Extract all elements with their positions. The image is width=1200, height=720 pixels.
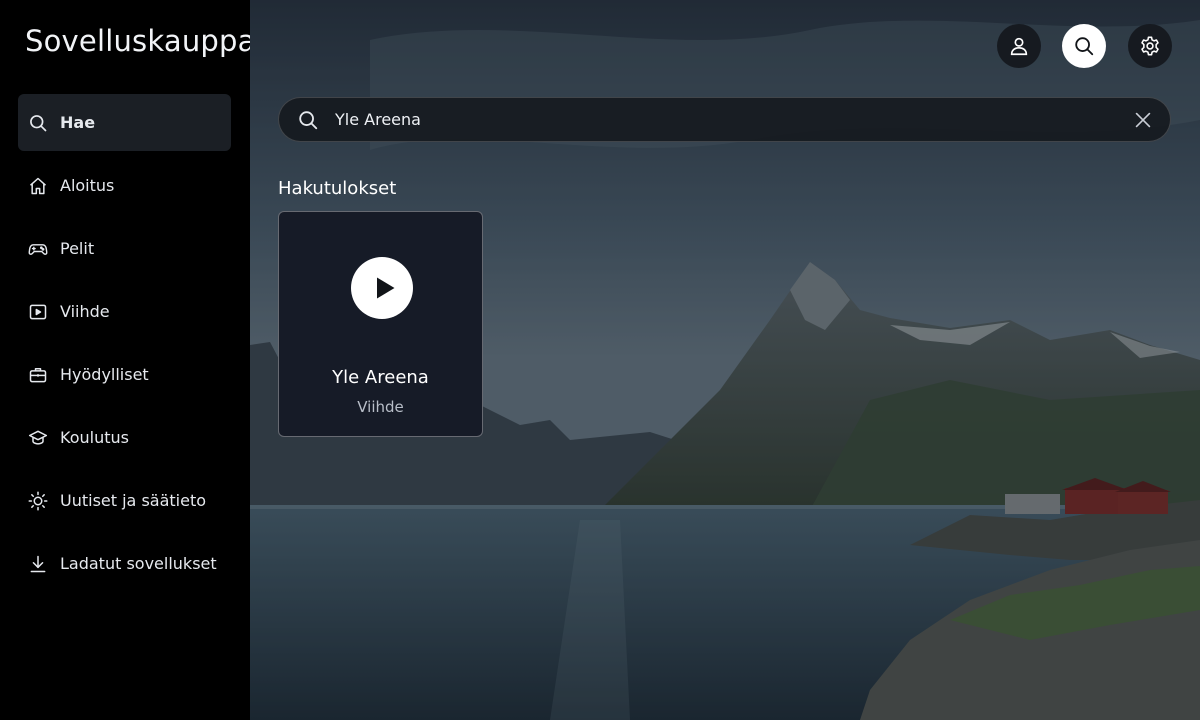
sidebar: Sovelluskauppa Hae Aloitus Pelit Viihde: [0, 0, 255, 720]
profile-button[interactable]: [997, 24, 1041, 68]
play-icon: [377, 277, 395, 299]
search-input[interactable]: [335, 110, 1130, 129]
gamepad-icon: [28, 239, 48, 259]
sidebar-item-entertainment[interactable]: Viihde: [18, 283, 231, 340]
search-icon: [297, 109, 319, 131]
sidebar-item-utilities[interactable]: Hyödylliset: [18, 346, 231, 403]
sidebar-item-label: Koulutus: [60, 428, 129, 447]
gear-icon: [1141, 36, 1159, 56]
home-icon: [28, 176, 48, 196]
sidebar-item-label: Hae: [60, 113, 96, 132]
sidebar-item-label: Pelit: [60, 239, 95, 258]
sidebar-item-label: Uutiset ja säätieto: [60, 491, 207, 510]
app-title: Sovelluskauppa: [25, 24, 256, 58]
sidebar-item-news-weather[interactable]: Uutiset ja säätieto: [18, 472, 231, 529]
sidebar-item-search[interactable]: Hae: [18, 94, 231, 151]
result-app-category: Viihde: [357, 398, 404, 416]
graduation-cap-icon: [28, 428, 48, 448]
sidebar-item-games[interactable]: Pelit: [18, 220, 231, 277]
search-icon: [28, 113, 48, 133]
download-icon: [28, 554, 48, 574]
search-bar: [278, 97, 1171, 142]
profile-icon: [1010, 37, 1028, 56]
result-app-name: Yle Areena: [332, 367, 429, 388]
sidebar-item-education[interactable]: Koulutus: [18, 409, 231, 466]
search-icon: [1075, 37, 1094, 56]
close-icon: [1135, 112, 1151, 127]
settings-button[interactable]: [1128, 24, 1172, 68]
sidebar-item-label: Viihde: [60, 302, 110, 321]
sidebar-item-downloaded-apps[interactable]: Ladatut sovellukset: [18, 535, 231, 592]
sidebar-item-label: Ladatut sovellukset: [60, 554, 217, 573]
play-square-icon: [28, 302, 48, 322]
clear-search-button[interactable]: [1130, 107, 1156, 133]
sidebar-nav: Hae Aloitus Pelit Viihde Hyödylliset Kou…: [18, 94, 231, 598]
sidebar-item-home[interactable]: Aloitus: [18, 157, 231, 214]
main-content: Hakutulokset Yle Areena Viihde: [250, 0, 1200, 720]
sidebar-item-label: Hyödylliset: [60, 365, 149, 384]
result-card[interactable]: Yle Areena Viihde: [278, 211, 483, 437]
toolbox-icon: [28, 365, 48, 385]
results-heading: Hakutulokset: [278, 178, 397, 199]
sun-icon: [28, 491, 48, 511]
sidebar-item-label: Aloitus: [60, 176, 115, 195]
search-button[interactable]: [1062, 24, 1106, 68]
app-logo: [351, 257, 413, 319]
